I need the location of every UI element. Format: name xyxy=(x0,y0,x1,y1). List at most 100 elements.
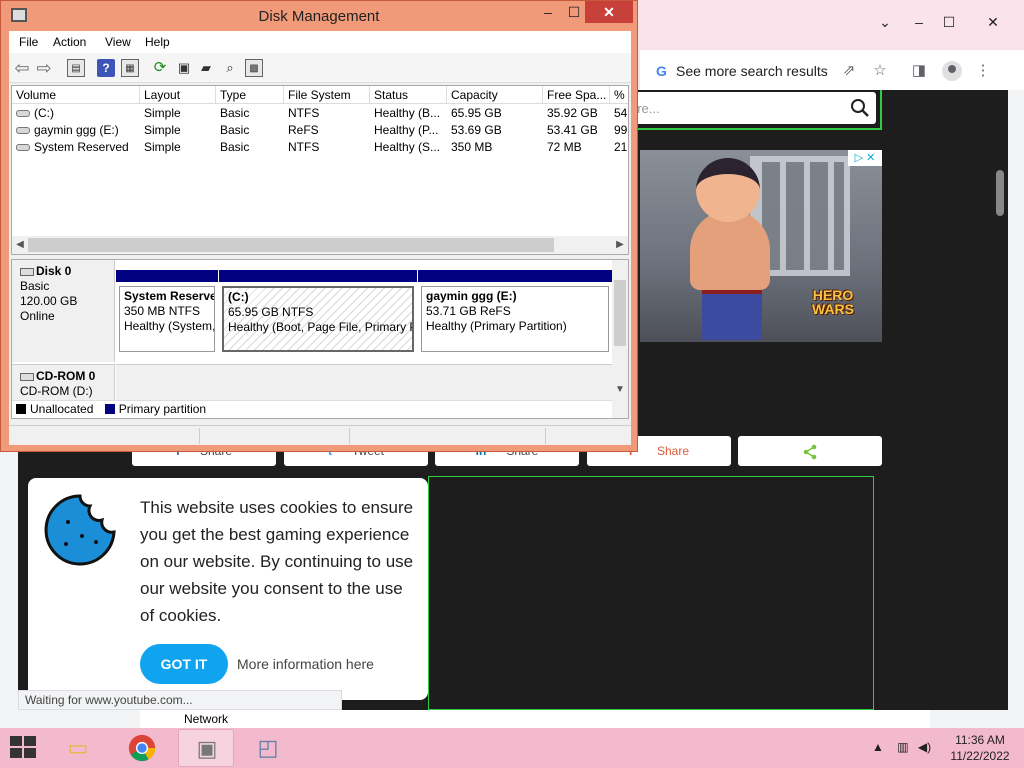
generic-share-button[interactable] xyxy=(738,436,882,466)
taskbar-chrome[interactable] xyxy=(114,729,170,767)
type-cell: Basic xyxy=(220,140,250,154)
hscroll-thumb[interactable] xyxy=(28,238,554,252)
graph-vscroll[interactable]: ▼ xyxy=(612,260,628,418)
search-disk-icon[interactable]: ⌕ xyxy=(221,59,239,77)
hero-wars-ad[interactable]: HERO WARS ▷ ✕ xyxy=(640,150,882,342)
taskbar-clock[interactable]: 11:36 AM 11/22/2022 xyxy=(940,732,1020,764)
clock-date: 11/22/2022 xyxy=(950,749,1010,763)
partition-c[interactable]: (C:) 65.95 GB NTFS Healthy (Boot, Page F… xyxy=(219,270,417,356)
menu-help[interactable]: Help xyxy=(145,35,170,49)
search-icon[interactable] xyxy=(850,98,870,118)
site-search-input[interactable]: ere... xyxy=(626,92,876,124)
volume-icon[interactable]: ◀) xyxy=(918,740,931,754)
start-button[interactable] xyxy=(10,736,38,760)
col-file-system[interactable]: File System xyxy=(284,86,370,104)
partition-box-selected: (C:) 65.95 GB NTFS Healthy (Boot, Page F… xyxy=(222,286,414,352)
scroll-right-icon[interactable]: ▶ xyxy=(612,236,628,254)
percent-cell: 99 xyxy=(614,123,628,137)
share-page-icon[interactable]: ⇗ xyxy=(840,62,858,80)
menu-view[interactable]: View xyxy=(105,35,131,49)
side-panel-icon[interactable]: ◨ xyxy=(910,62,928,80)
open-folder-icon[interactable]: ▰ xyxy=(197,59,215,77)
partition-status: Healthy (System, xyxy=(124,319,215,333)
dm-client-area: File Action View Help ⇦ ⇨ ▤ ? ▦ ⟳ ▣ ▰ ⌕ … xyxy=(9,31,631,445)
partition-size: 65.95 GB NTFS xyxy=(228,305,314,319)
col-free-space[interactable]: Free Spa... xyxy=(543,86,610,104)
taskbar-resource-monitor[interactable]: ◰ xyxy=(240,729,296,767)
see-more-label: See more search results xyxy=(676,63,828,79)
status-cell: Healthy (B... xyxy=(374,106,441,120)
resource-monitor-icon: ◰ xyxy=(257,735,279,760)
windows-logo-icon xyxy=(10,736,22,746)
col-capacity[interactable]: Capacity xyxy=(447,86,543,104)
primary-swatch xyxy=(104,404,115,414)
fs-cell: ReFS xyxy=(288,123,319,137)
table-row[interactable]: (C:) Simple Basic NTFS Healthy (B... 65.… xyxy=(12,105,628,122)
percent-cell: 21 xyxy=(614,140,628,154)
profile-avatar[interactable] xyxy=(942,61,962,81)
refresh-icon[interactable]: ⟳ xyxy=(151,59,169,77)
network-icon[interactable]: ▥ xyxy=(897,740,908,754)
cdrom-0-info[interactable]: CD-ROM 0 CD-ROM (D:) xyxy=(12,364,115,400)
menu-file[interactable]: File xyxy=(19,35,38,49)
disk-0-name: Disk 0 xyxy=(36,264,72,278)
col-status[interactable]: Status xyxy=(370,86,447,104)
partition-size: 53.71 GB ReFS xyxy=(426,304,511,318)
table-row[interactable]: System Reserved Simple Basic NTFS Health… xyxy=(12,139,628,156)
partition-name: System Reserve xyxy=(124,289,215,303)
logo-line-1: HERO xyxy=(812,287,854,303)
partition-system-reserved[interactable]: System Reserve 350 MB NTFS Healthy (Syst… xyxy=(116,270,218,356)
help-icon[interactable]: ? xyxy=(97,59,115,77)
close-button[interactable]: ✕ xyxy=(978,10,1008,34)
taskbar-file-explorer[interactable]: ▭ xyxy=(50,729,106,767)
see-more-results-chip[interactable]: G See more search results xyxy=(648,58,836,84)
tab-list-chevron-icon[interactable]: ⌄ xyxy=(870,10,900,34)
partition-e[interactable]: gaymin ggg (E:) 53.71 GB ReFS Healthy (P… xyxy=(418,270,612,356)
console-tree-icon[interactable]: ▤ xyxy=(67,59,85,77)
status-cell: Healthy (P... xyxy=(374,123,439,137)
properties-icon[interactable]: ▦ xyxy=(121,59,139,77)
menu-kebab-icon[interactable]: ⋮ xyxy=(974,62,992,80)
dm-close-button[interactable]: ✕ xyxy=(585,1,633,23)
bookmark-star-icon[interactable]: ☆ xyxy=(871,62,889,80)
maximize-button[interactable]: ☐ xyxy=(934,10,964,34)
logo-line-2: WARS xyxy=(812,301,854,317)
volume-list-hscroll[interactable]: ◀ ▶ xyxy=(12,236,628,254)
dm-title-bar[interactable]: Disk Management – ☐ ✕ xyxy=(1,1,637,31)
type-cell: Basic xyxy=(220,123,250,137)
scroll-down-icon[interactable]: ▼ xyxy=(612,384,628,395)
back-arrow-icon[interactable]: ⇦ xyxy=(13,59,31,77)
hero-wars-logo: HERO WARS xyxy=(798,288,868,316)
menu-action[interactable]: Action xyxy=(53,35,86,49)
network-item[interactable]: Network xyxy=(140,710,930,728)
settings-grid-icon[interactable]: ▩ xyxy=(245,59,263,77)
taskbar-disk-management[interactable]: ▣ xyxy=(178,729,234,767)
drive-icon xyxy=(16,144,30,152)
adchoices-close-icon[interactable]: ▷ ✕ xyxy=(848,150,882,166)
dm-status-bar xyxy=(9,425,631,445)
partition-size: 350 MB NTFS xyxy=(124,304,201,318)
share-icon xyxy=(803,444,817,460)
free-cell: 35.92 GB xyxy=(547,106,598,120)
disk-icon xyxy=(20,267,34,276)
minimize-button[interactable]: – xyxy=(904,10,934,34)
col-volume[interactable]: Volume xyxy=(12,86,140,104)
dm-minimize-button[interactable]: – xyxy=(535,1,561,23)
page-scrollbar[interactable] xyxy=(996,170,1004,216)
dm-maximize-button[interactable]: ☐ xyxy=(561,1,587,23)
dm-menu-bar: File Action View Help xyxy=(9,31,631,53)
forward-arrow-icon[interactable]: ⇨ xyxy=(35,59,53,77)
col-layout[interactable]: Layout xyxy=(140,86,216,104)
col-type[interactable]: Type xyxy=(216,86,284,104)
table-row[interactable]: gaymin ggg (E:) Simple Basic ReFS Health… xyxy=(12,122,628,139)
vscroll-thumb[interactable] xyxy=(614,280,626,346)
disk-0-info[interactable]: Disk 0 Basic 120.00 GB Online xyxy=(12,260,115,362)
rescan-icon[interactable]: ▣ xyxy=(175,59,193,77)
show-hidden-icons-icon[interactable]: ▲ xyxy=(872,740,884,754)
scroll-left-icon[interactable]: ◀ xyxy=(12,236,28,254)
col-percent-free[interactable]: % F xyxy=(610,86,628,104)
more-information-link[interactable]: More information here xyxy=(237,656,374,672)
content-frame xyxy=(428,476,874,710)
system-tray: ▲ ▥ ◀) xyxy=(872,740,931,754)
got-it-button[interactable]: GOT IT xyxy=(140,644,228,684)
